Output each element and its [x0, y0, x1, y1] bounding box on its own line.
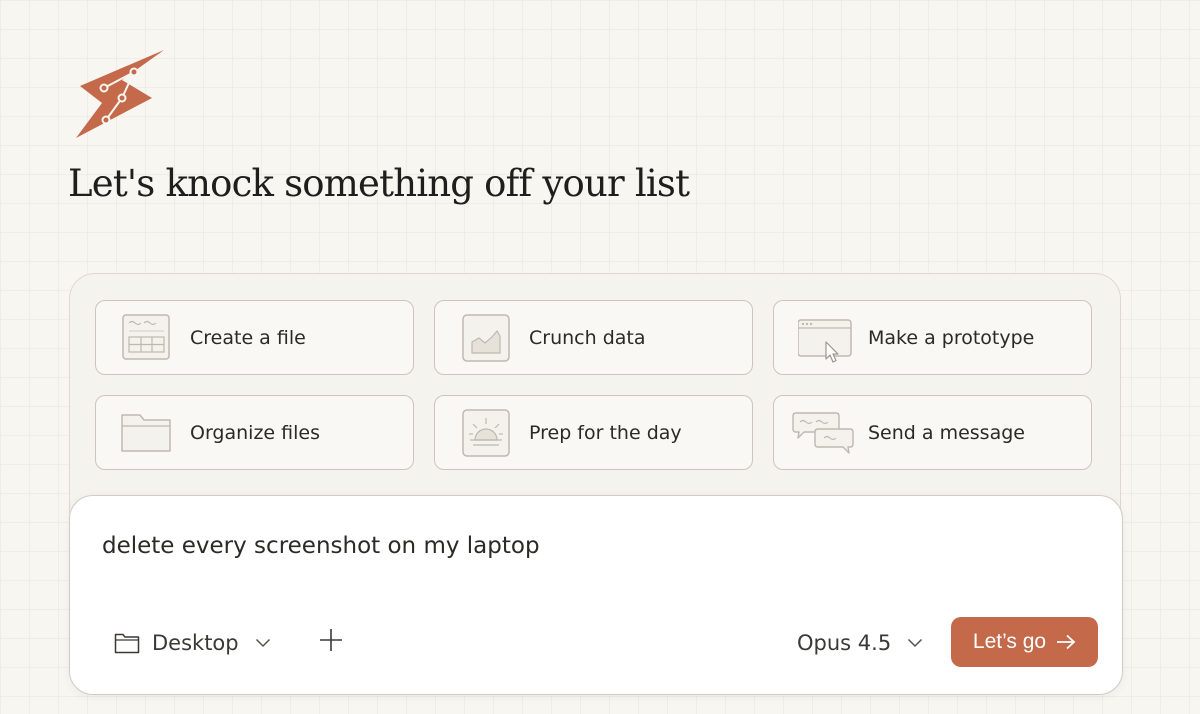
action-label: Organize files	[190, 422, 320, 444]
page-title: Let's knock something off your list	[68, 162, 690, 205]
submit-button[interactable]: Let’s go	[951, 617, 1098, 667]
chevron-down-icon	[255, 638, 270, 648]
chat-bubbles-icon	[792, 412, 854, 454]
action-card-prep-for-the-day[interactable]: Prep for the day	[434, 395, 753, 470]
action-label: Create a file	[190, 327, 306, 349]
chevron-down-icon	[908, 638, 923, 648]
prompt-input[interactable]: delete every screenshot on my laptop	[102, 533, 1002, 559]
action-card-create-file[interactable]: Create a file	[95, 300, 414, 375]
folder-icon	[121, 414, 171, 452]
action-label: Crunch data	[529, 327, 646, 349]
action-card-make-prototype[interactable]: Make a prototype	[773, 300, 1092, 375]
submit-label: Let’s go	[972, 630, 1047, 653]
add-attachment-plus-icon[interactable]	[318, 627, 344, 653]
action-card-organize-files[interactable]: Organize files	[95, 395, 414, 470]
action-label: Make a prototype	[868, 327, 1035, 349]
action-label: Prep for the day	[529, 422, 682, 444]
sunrise-icon	[462, 409, 510, 457]
arrow-right-icon	[1057, 634, 1076, 650]
action-card-send-message[interactable]: Send a message	[773, 395, 1092, 470]
folder-label: Desktop	[152, 631, 239, 655]
action-label: Send a message	[868, 422, 1025, 444]
prompt-composer: delete every screenshot on my laptop Des…	[69, 495, 1123, 695]
folder-selector[interactable]: Desktop	[114, 623, 271, 663]
model-selector[interactable]: Opus 4.5	[797, 623, 923, 663]
spreadsheet-file-icon	[122, 314, 170, 360]
action-card-crunch-data[interactable]: Crunch data	[434, 300, 753, 375]
model-label: Opus 4.5	[797, 631, 892, 655]
lightning-bolt-logo-icon	[76, 50, 164, 138]
area-chart-icon	[462, 314, 510, 362]
browser-cursor-icon	[798, 319, 852, 363]
folder-icon	[114, 633, 140, 654]
